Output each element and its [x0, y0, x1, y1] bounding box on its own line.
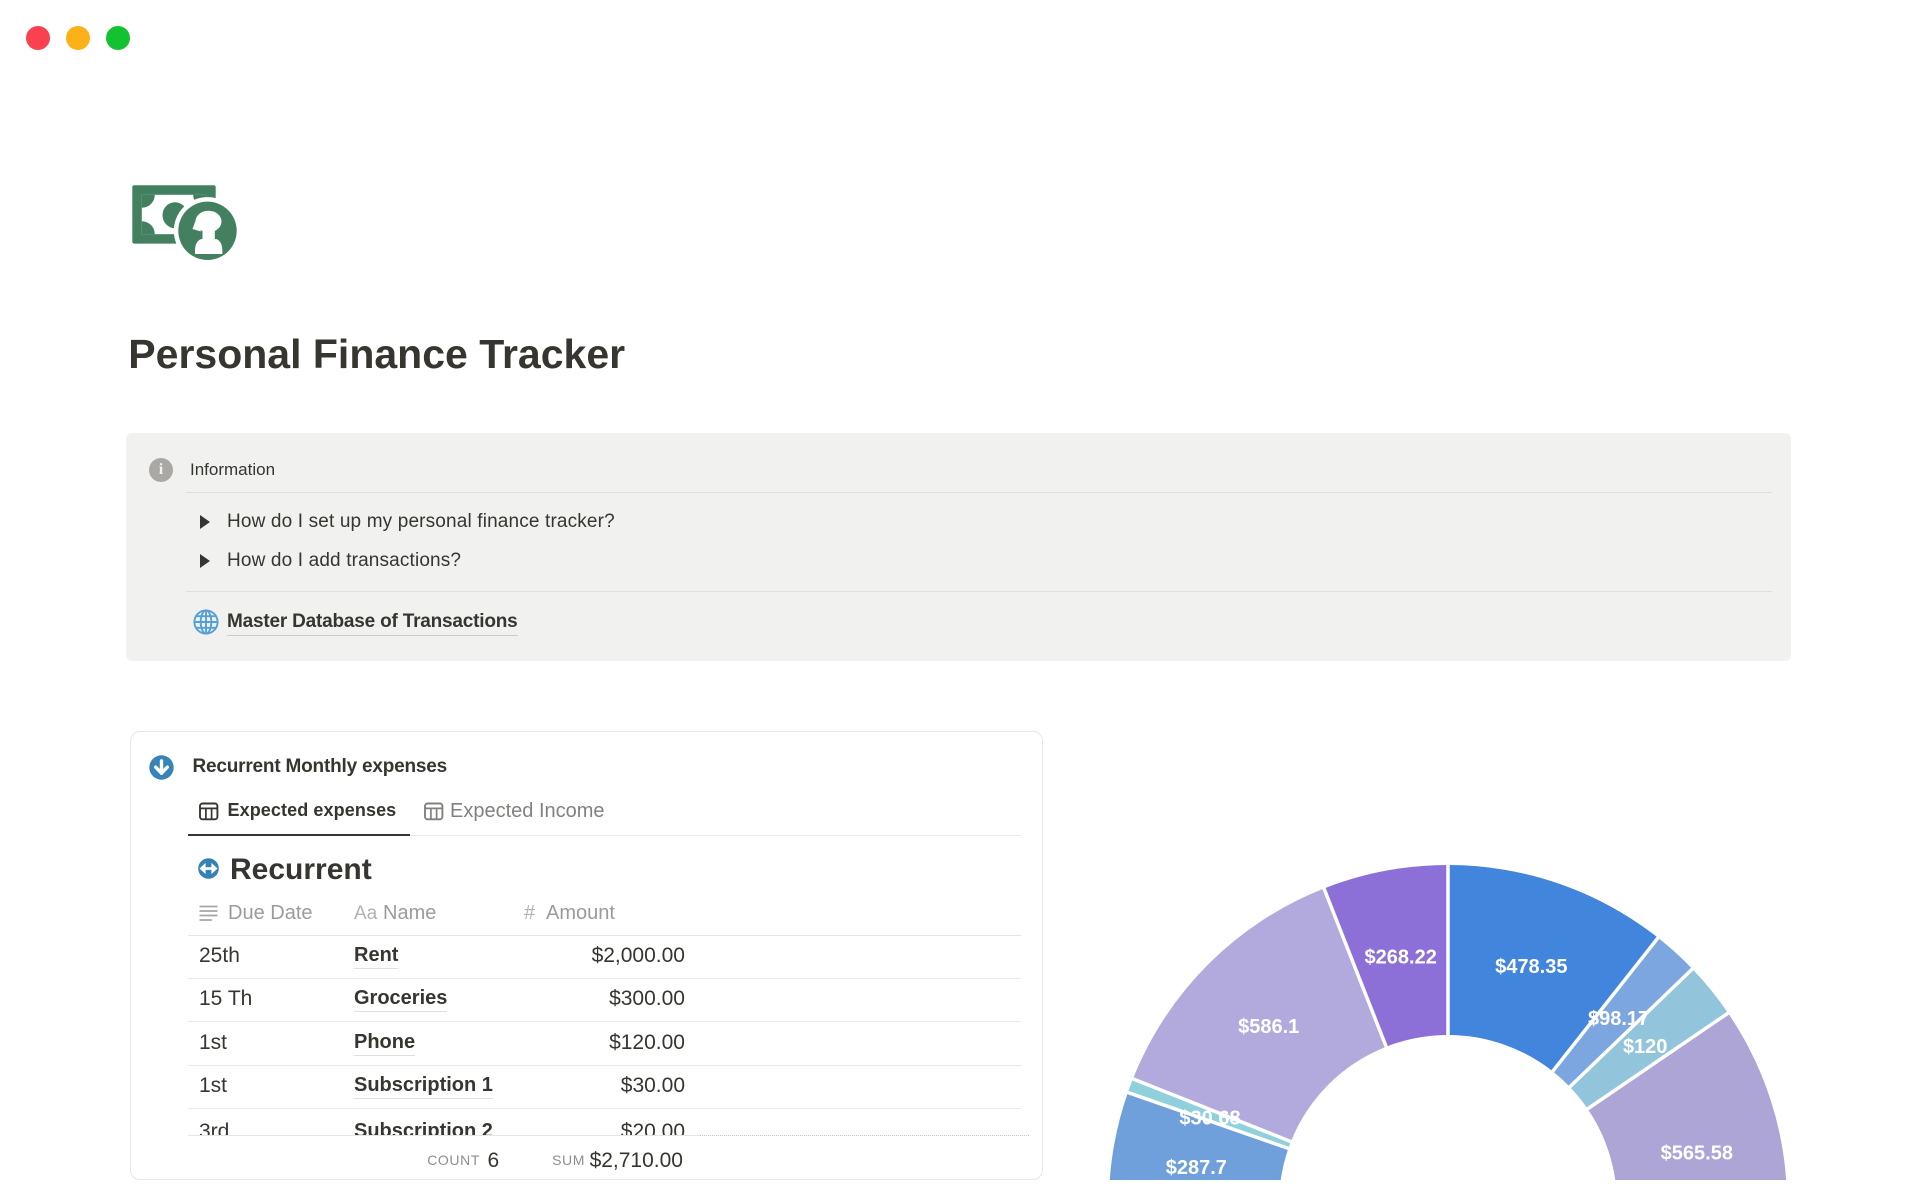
svg-text:$287.7: $287.7	[1166, 1157, 1227, 1179]
svg-text:$30.68: $30.68	[1179, 1107, 1240, 1129]
svg-text:$478.35: $478.35	[1495, 956, 1567, 978]
svg-text:$120: $120	[1623, 1036, 1668, 1058]
svg-text:$565.58: $565.58	[1661, 1143, 1733, 1165]
svg-text:$268.22: $268.22	[1365, 946, 1437, 968]
svg-text:$98.17: $98.17	[1588, 1008, 1649, 1030]
svg-text:$586.1: $586.1	[1238, 1016, 1299, 1038]
